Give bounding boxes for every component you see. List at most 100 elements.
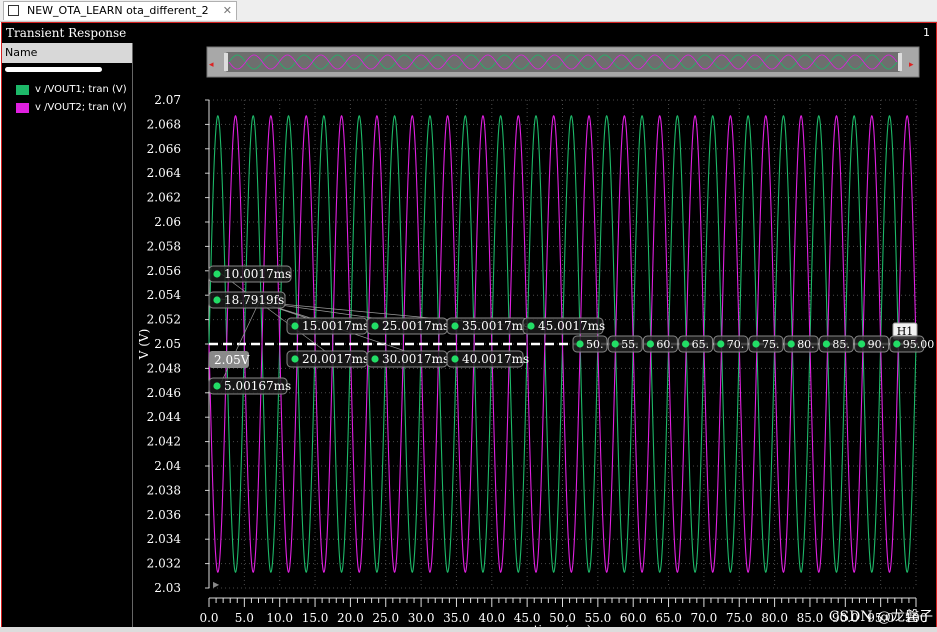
crossing-label-dot xyxy=(682,340,690,348)
close-icon[interactable]: ✕ xyxy=(223,2,232,20)
x-tick-label: 0.0 xyxy=(199,611,218,625)
crossing-label[interactable]: 95.00 xyxy=(903,338,935,351)
crossing-label-dot xyxy=(858,340,866,348)
legend-header: Name xyxy=(2,43,132,63)
overview-right-handle[interactable] xyxy=(898,53,902,71)
y-tick-label: 2.03 xyxy=(154,581,181,595)
tab-schematic[interactable]: NEW_OTA_LEARN ota_different_2 sch... ✕ xyxy=(3,1,237,35)
x-tick-label: 10.0 xyxy=(266,611,293,625)
marker-label[interactable]: 15.0017ms xyxy=(302,319,369,333)
scroll-left-icon[interactable]: ◂ xyxy=(209,60,214,70)
crossing-label-dot xyxy=(576,340,584,348)
crossing-label[interactable]: 70. xyxy=(727,338,745,351)
y-tick-label: 2.056 xyxy=(147,264,181,278)
status-bar xyxy=(0,627,937,632)
crossing-label[interactable]: 50. xyxy=(586,338,604,351)
x-tick-label: 35.0 xyxy=(443,611,470,625)
crossing-label-dot xyxy=(717,340,725,348)
watermark-text: CSDN @龙磐子 xyxy=(829,609,933,625)
window-number: 1 xyxy=(923,26,930,39)
marker-label-dot xyxy=(213,270,221,278)
crossing-label[interactable]: 65. xyxy=(692,338,710,351)
window-titlebar: Transient Response 1 xyxy=(2,23,936,43)
crossing-label-dot xyxy=(822,340,831,348)
y-tick-label: 2.034 xyxy=(147,532,182,546)
crossing-label[interactable]: 75. xyxy=(762,338,780,351)
marker-label[interactable]: 40.0017ms xyxy=(462,352,529,366)
y-tick-label: 2.04 xyxy=(154,459,181,473)
x-tick-label: 70.0 xyxy=(691,611,718,625)
y-tick-label: 2.064 xyxy=(147,166,182,180)
overview-left-handle[interactable] xyxy=(224,53,228,71)
y-tick-label: 2.046 xyxy=(147,386,181,400)
y-tick-label: 2.044 xyxy=(147,410,182,424)
tab-bar: NEW_OTA_LEARN ota_different_2 sch... ✕ xyxy=(0,0,937,35)
y-axis-label: V (V) xyxy=(137,329,151,361)
x-tick-label: 20.0 xyxy=(337,611,364,625)
marker-label-dot xyxy=(451,322,459,330)
crossing-label-dot xyxy=(752,340,760,348)
crossing-label-dot xyxy=(646,340,655,348)
waveform-window: Transient Response 1 Name v /VOUT1; tran… xyxy=(1,22,937,628)
marker-label-dot xyxy=(291,355,299,363)
crossing-label[interactable]: 85. xyxy=(832,338,850,351)
x-tick-label: 60.0 xyxy=(620,611,647,625)
marker-label-dot xyxy=(291,322,299,330)
y-tick-label: 2.052 xyxy=(147,313,181,327)
marker-label[interactable]: 18.7919fs xyxy=(224,293,284,307)
crossing-label[interactable]: 60. xyxy=(656,338,674,351)
marker-label-dot xyxy=(451,355,459,363)
marker-label-dot xyxy=(371,355,379,363)
marker-label-dot xyxy=(527,322,535,330)
x-tick-label: 65.0 xyxy=(655,611,682,625)
marker-label[interactable]: 5.00167ms xyxy=(224,379,291,393)
marker-label[interactable]: 10.0017ms xyxy=(224,267,291,281)
crossing-label-dot xyxy=(787,340,795,348)
crossing-label-dot xyxy=(893,340,901,348)
legend-label-vout1: v /VOUT1; tran (V) xyxy=(35,84,127,95)
y-tick-label: 2.036 xyxy=(147,508,181,522)
y-tick-label: 2.068 xyxy=(147,117,181,131)
crossing-label[interactable]: 55. xyxy=(621,338,639,351)
y-tick-label: 2.062 xyxy=(147,191,181,205)
y-tick-label: 2.05 xyxy=(154,337,181,351)
y-tick-label: 2.06 xyxy=(154,215,181,229)
y-tick-label: 2.038 xyxy=(147,483,181,497)
marker-label-dot xyxy=(213,382,221,390)
marker-label[interactable]: 35.0017ms xyxy=(462,319,529,333)
y-tick-label: 2.032 xyxy=(147,557,181,571)
window-title: Transient Response xyxy=(6,26,127,40)
marker-label[interactable]: 20.0017ms xyxy=(302,352,369,366)
x-tick-label: 80.0 xyxy=(761,611,788,625)
marker-label-dot xyxy=(213,296,221,304)
y-tick-label: 2.054 xyxy=(147,288,182,302)
legend-swatch-vout1 xyxy=(16,85,29,95)
scroll-play-icon[interactable]: ▶ xyxy=(213,580,220,589)
y-tick-label: 2.07 xyxy=(154,93,181,107)
legend-label-vout2: v /VOUT2; tran (V) xyxy=(35,102,127,113)
waveform-window-icon xyxy=(8,5,19,16)
y-tick-label: 2.058 xyxy=(147,239,181,253)
x-tick-label: 75.0 xyxy=(726,611,753,625)
chart-area[interactable]: ◂ ▸2.072.0682.0662.0642.0622.062.0582.056… xyxy=(133,43,935,627)
marker-label-dot xyxy=(371,322,379,330)
x-tick-label: 30.0 xyxy=(408,611,435,625)
y-tick-label: 2.042 xyxy=(147,435,181,449)
scroll-right-icon[interactable]: ▸ xyxy=(909,60,914,70)
y-tick-label: 2.066 xyxy=(147,142,181,156)
legend-item-vout1[interactable]: v /VOUT1; tran (V) xyxy=(2,81,132,99)
crossing-label[interactable]: 80. xyxy=(797,338,815,351)
marker-label[interactable]: 30.0017ms xyxy=(382,352,449,366)
x-tick-label: 15.0 xyxy=(302,611,329,625)
marker-label[interactable]: 25.0017ms xyxy=(382,319,449,333)
crossing-label[interactable]: 90. xyxy=(868,338,886,351)
y-tick-label: 2.048 xyxy=(147,361,181,375)
legend-item-vout2[interactable]: v /VOUT2; tran (V) xyxy=(2,99,132,117)
x-tick-label: 40.0 xyxy=(478,611,505,625)
x-tick-label: 5.0 xyxy=(235,611,254,625)
marker-label[interactable]: 45.0017ms xyxy=(538,319,605,333)
x-tick-label: 25.0 xyxy=(372,611,399,625)
legend-swatch-vout2 xyxy=(16,103,29,113)
x-tick-label: 85.0 xyxy=(797,611,824,625)
marker-value-label[interactable]: 2.05V xyxy=(214,353,250,367)
